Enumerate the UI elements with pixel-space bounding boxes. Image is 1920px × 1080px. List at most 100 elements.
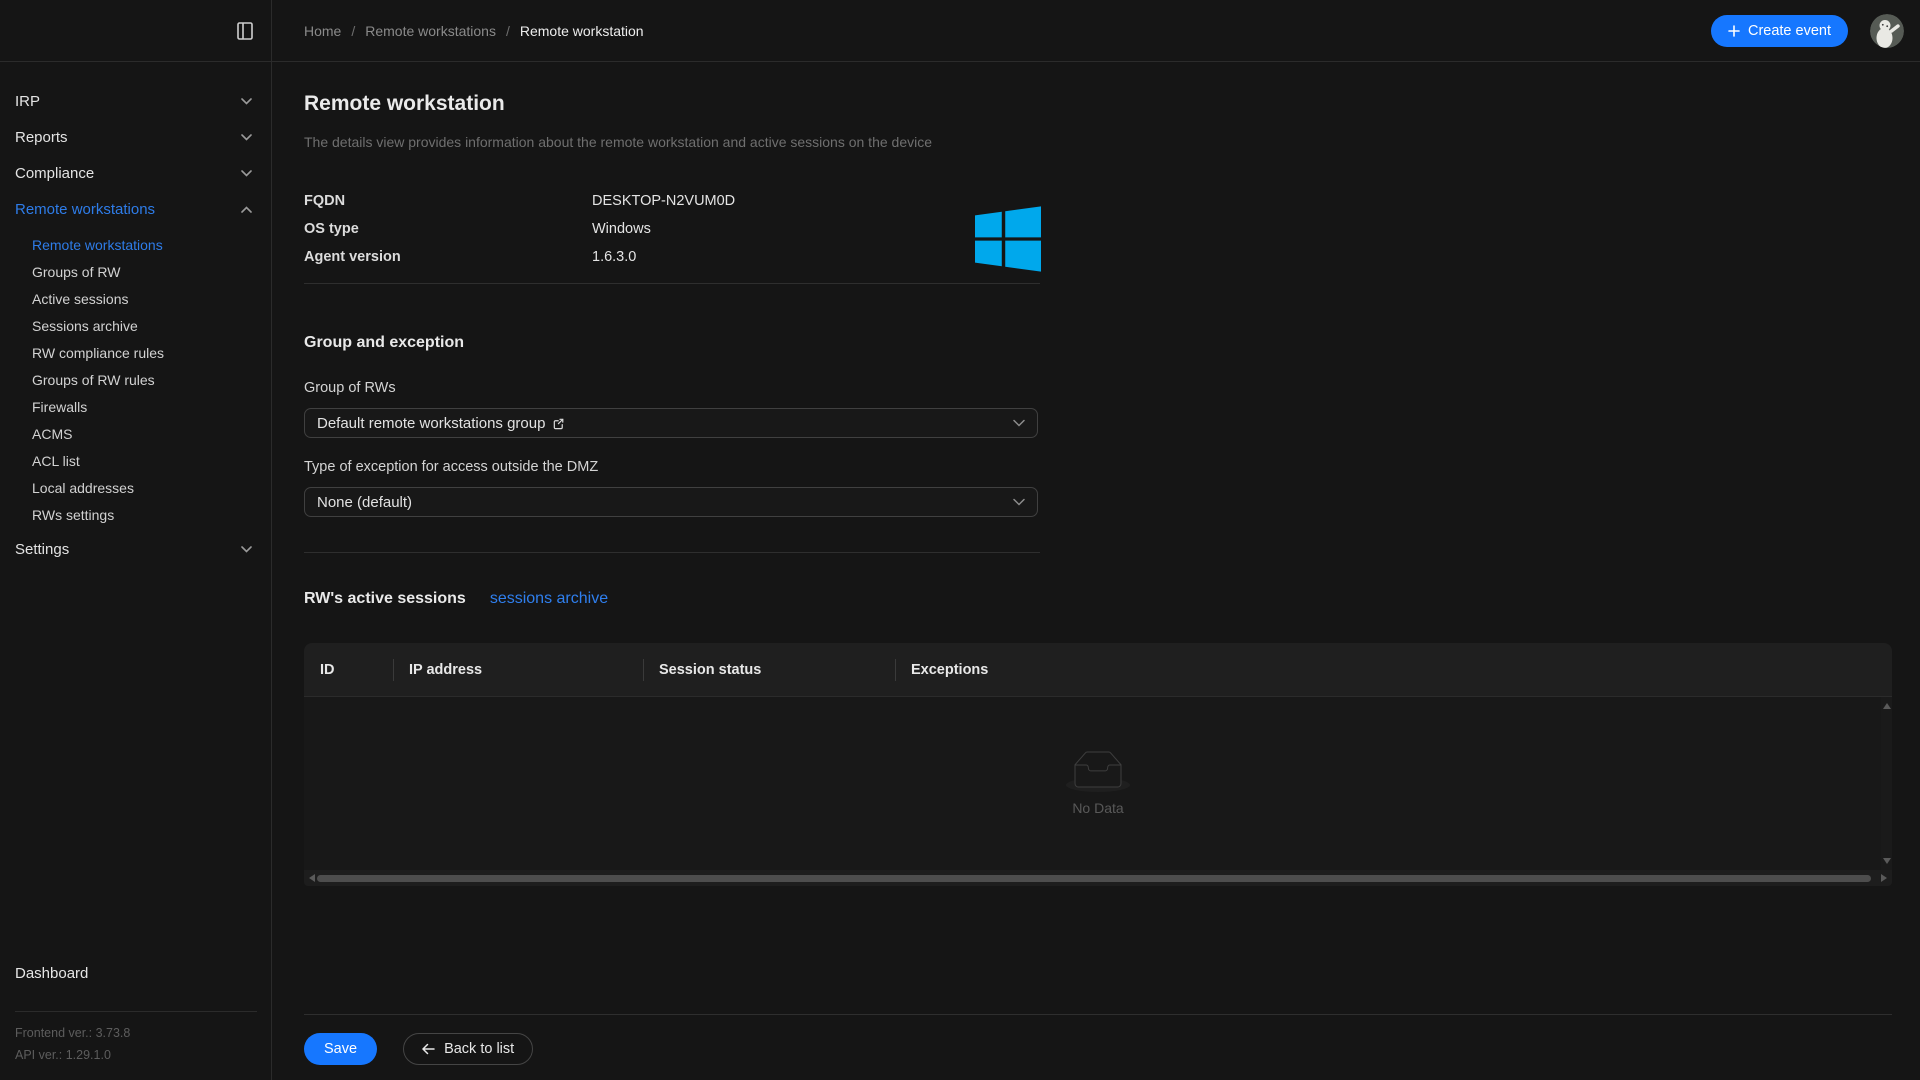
sidebar-subitem-rw-compliance-rules[interactable]: RW compliance rules bbox=[0, 339, 271, 366]
group-of-rws-label: Group of RWs bbox=[304, 381, 396, 396]
sidebar-item-label: Active sessions bbox=[32, 291, 128, 307]
table-header: ID IP address Session status Exceptions bbox=[304, 643, 1892, 696]
detail-value-fqdn: DESKTOP-N2VUM0D bbox=[592, 193, 735, 209]
sidebar-subitem-local-addresses[interactable]: Local addresses bbox=[0, 474, 271, 501]
breadcrumb-remote-workstations[interactable]: Remote workstations bbox=[365, 23, 496, 39]
breadcrumb-current: Remote workstation bbox=[520, 23, 644, 39]
sidebar-item-label: Settings bbox=[15, 541, 69, 558]
sidebar-item-label: Firewalls bbox=[32, 399, 87, 415]
sidebar-subitem-groups-of-rw-rules[interactable]: Groups of RW rules bbox=[0, 366, 271, 393]
detail-label: Agent version bbox=[304, 249, 592, 265]
sidebar-item-dashboard[interactable]: Dashboard bbox=[0, 957, 271, 989]
empty-state: No Data bbox=[1066, 751, 1130, 816]
sidebar-item-label: Local addresses bbox=[32, 480, 134, 496]
empty-box-icon bbox=[1066, 751, 1130, 792]
sidebar-subitem-rws-settings[interactable]: RWs settings bbox=[0, 501, 271, 528]
sidebar-item-remote-workstations[interactable]: Remote workstations bbox=[0, 191, 271, 227]
sidebar-item-compliance[interactable]: Compliance bbox=[0, 155, 271, 191]
back-arrow-icon bbox=[422, 1043, 435, 1055]
sidebar-item-label: Compliance bbox=[15, 165, 94, 182]
chevron-down-icon bbox=[241, 134, 252, 141]
section-divider bbox=[304, 552, 1040, 553]
scroll-left-arrow-icon[interactable] bbox=[309, 874, 315, 882]
sidebar-subitem-groups-of-rw[interactable]: Groups of RW bbox=[0, 258, 271, 285]
horizontal-scrollbar-thumb[interactable] bbox=[317, 875, 1871, 882]
sidebar-footer: Dashboard Frontend ver.: 3.73.8 API ver.… bbox=[0, 957, 271, 1080]
sidebar-item-label: RW compliance rules bbox=[32, 345, 164, 361]
breadcrumb-separator: / bbox=[506, 23, 510, 39]
horizontal-scrollbar[interactable] bbox=[304, 870, 1892, 886]
windows-logo bbox=[975, 206, 1041, 272]
workstation-details: FQDN DESKTOP-N2VUM0D OS type Windows Age… bbox=[304, 187, 1041, 271]
sidebar-item-label: RWs settings bbox=[32, 507, 114, 523]
sidebar-item-label: Remote workstations bbox=[15, 201, 155, 218]
header-actions: Create event bbox=[1711, 14, 1904, 48]
chevron-down-icon bbox=[1013, 498, 1025, 506]
frontend-version: Frontend ver.: 3.73.8 bbox=[0, 1022, 271, 1044]
back-to-list-label: Back to list bbox=[444, 1041, 514, 1057]
sidebar-toggle-icon[interactable] bbox=[237, 22, 253, 40]
sidebar-subitem-firewalls[interactable]: Firewalls bbox=[0, 393, 271, 420]
sidebar-item-label: ACL list bbox=[32, 453, 80, 469]
breadcrumb-separator: / bbox=[351, 23, 355, 39]
group-of-rws-value: Default remote workstations group bbox=[317, 415, 545, 432]
detail-row-os-type: OS type Windows bbox=[304, 215, 1041, 243]
column-header-session-status[interactable]: Session status bbox=[643, 643, 895, 696]
external-link-icon[interactable] bbox=[552, 417, 565, 430]
sidebar-item-settings[interactable]: Settings bbox=[0, 531, 271, 567]
sidebar-subitem-acms[interactable]: ACMS bbox=[0, 420, 271, 447]
sidebar-item-label: Groups of RW rules bbox=[32, 372, 155, 388]
sidebar-subitem-remote-workstations[interactable]: Remote workstations bbox=[0, 231, 271, 258]
exception-type-select[interactable]: None (default) bbox=[304, 487, 1038, 517]
sidebar-footer-divider bbox=[15, 1011, 257, 1012]
sessions-heading-row: RW's active sessions sessions archive bbox=[304, 590, 608, 608]
sidebar-item-label: Groups of RW bbox=[32, 264, 120, 280]
api-version: API ver.: 1.29.1.0 bbox=[0, 1044, 271, 1066]
main-area: Home / Remote workstations / Remote work… bbox=[272, 0, 1920, 1080]
scroll-up-arrow-icon[interactable] bbox=[1883, 703, 1891, 709]
sessions-heading: RW's active sessions bbox=[304, 590, 466, 607]
scroll-down-arrow-icon[interactable] bbox=[1883, 858, 1891, 864]
sidebar-item-label: IRP bbox=[15, 93, 40, 110]
vertical-scrollbar[interactable] bbox=[1881, 697, 1892, 870]
chevron-down-icon bbox=[1013, 419, 1025, 427]
scroll-right-arrow-icon[interactable] bbox=[1881, 874, 1887, 882]
group-of-rws-select[interactable]: Default remote workstations group bbox=[304, 408, 1038, 438]
sidebar-item-label: Remote workstations bbox=[32, 237, 163, 253]
sidebar-nav: IRP Reports Compliance Remote workstatio… bbox=[0, 62, 271, 567]
chevron-up-icon bbox=[241, 206, 252, 213]
sidebar-subitem-acl-list[interactable]: ACL list bbox=[0, 447, 271, 474]
top-bar: Home / Remote workstations / Remote work… bbox=[272, 0, 1920, 62]
breadcrumb-home[interactable]: Home bbox=[304, 23, 341, 39]
footer-actions: Save Back to list bbox=[304, 1033, 533, 1065]
empty-state-text: No Data bbox=[1072, 800, 1123, 816]
sessions-archive-link[interactable]: sessions archive bbox=[490, 590, 608, 608]
sidebar-header bbox=[0, 0, 271, 62]
section-divider bbox=[304, 283, 1040, 284]
sidebar-subitem-sessions-archive[interactable]: Sessions archive bbox=[0, 312, 271, 339]
detail-label: OS type bbox=[304, 221, 592, 237]
breadcrumb: Home / Remote workstations / Remote work… bbox=[304, 23, 644, 39]
detail-value-agent-version: 1.6.3.0 bbox=[592, 249, 636, 265]
exception-type-value: None (default) bbox=[317, 494, 412, 511]
group-section-heading: Group and exception bbox=[304, 334, 464, 351]
avatar[interactable] bbox=[1870, 14, 1904, 48]
column-header-ip-address[interactable]: IP address bbox=[393, 643, 643, 696]
sidebar-subitem-active-sessions[interactable]: Active sessions bbox=[0, 285, 271, 312]
column-header-id[interactable]: ID bbox=[304, 643, 393, 696]
sidebar-item-irp[interactable]: IRP bbox=[0, 83, 271, 119]
sidebar-item-reports[interactable]: Reports bbox=[0, 119, 271, 155]
save-button[interactable]: Save bbox=[304, 1033, 377, 1065]
footer-divider bbox=[304, 1014, 1892, 1015]
back-to-list-button[interactable]: Back to list bbox=[403, 1033, 533, 1065]
create-event-button[interactable]: Create event bbox=[1711, 15, 1848, 47]
column-header-exceptions[interactable]: Exceptions bbox=[895, 643, 1892, 696]
create-event-label: Create event bbox=[1748, 23, 1831, 39]
sidebar-item-label: Dashboard bbox=[15, 965, 88, 982]
detail-value-os-type: Windows bbox=[592, 221, 651, 237]
sidebar-item-label: Reports bbox=[15, 129, 68, 146]
page-subtitle: The details view provides information ab… bbox=[304, 134, 932, 150]
chevron-down-icon bbox=[241, 170, 252, 177]
plus-icon bbox=[1728, 25, 1740, 37]
sidebar-submenu: Remote workstations Groups of RW Active … bbox=[0, 231, 271, 528]
